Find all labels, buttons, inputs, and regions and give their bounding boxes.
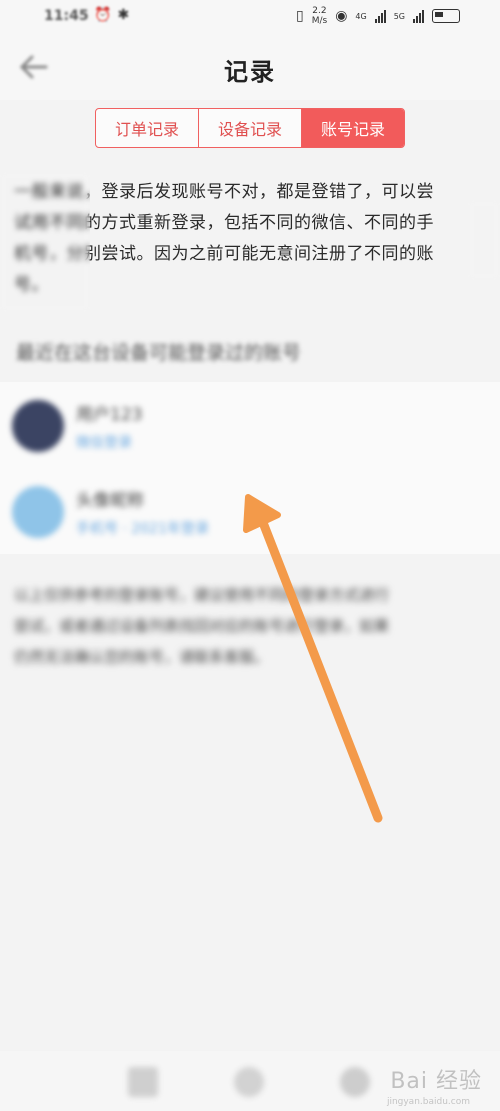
app-header: 记录: [0, 34, 500, 100]
note-line: 尝试，或者通过设备列表找回对应的账号进行登录，如果: [14, 617, 390, 635]
tab-order-records[interactable]: 订单记录: [96, 109, 199, 147]
watermark-url: jingyan.baidu.com: [386, 1097, 470, 1107]
record-tabs: 订单记录 设备记录 账号记录: [95, 108, 405, 148]
bluetooth-icon: ✱: [117, 7, 130, 23]
network-1-label: 4G: [355, 11, 367, 21]
page-title: 记录: [224, 57, 276, 86]
nav-home-icon[interactable]: [128, 1067, 158, 1097]
tab-account-records[interactable]: 账号记录: [302, 109, 404, 147]
battery-icon: [432, 9, 460, 23]
annotation-arrow-icon: [243, 494, 383, 823]
blur-overlay: [0, 172, 90, 312]
bottom-nav: Bai 经验 jingyan.baidu.com: [0, 1051, 500, 1111]
account-list: 用户123 微信登录 头像昵称 手机号 · 2021年登录: [0, 382, 500, 554]
note-line: 仍然无法确认您的账号，请联系客服。: [14, 648, 270, 666]
blur-overlay: [468, 200, 500, 280]
signal-1-icon: [374, 9, 386, 23]
watermark-logo: Bai 经验: [390, 1069, 482, 1094]
note-text: 以上仅供参考的登录账号，建议使用不同的登录方式进行 尝试，或者通过设备列表找回对…: [14, 580, 490, 673]
account-login-method: 手机号 · 2021年登录: [76, 521, 209, 537]
net-speed-unit: M/s: [311, 16, 328, 26]
status-bar: 11:45 ⏰ ✱ ▯ 2.2 M/s ◉ 4G 5G: [0, 0, 500, 34]
note-line: 以上仅供参考的登录账号，建议使用不同的登录方式进行: [14, 586, 390, 604]
network-2-label: 5G: [393, 11, 405, 21]
account-item[interactable]: 用户123 微信登录: [0, 382, 500, 466]
account-item[interactable]: 头像昵称 手机号 · 2021年登录: [0, 468, 500, 552]
avatar: [12, 400, 64, 452]
signal-2-icon: [413, 9, 424, 23]
nav-discover-icon[interactable]: [234, 1067, 264, 1097]
nav-profile-icon[interactable]: [340, 1067, 370, 1097]
net-speed: 2.2 M/s: [312, 6, 328, 26]
section-heading: 最近在这台设备可能登录过的账号: [16, 342, 302, 364]
tab-device-records[interactable]: 设备记录: [199, 109, 302, 147]
net-speed-value: 2.2: [312, 6, 327, 16]
status-time: 11:45: [44, 8, 89, 24]
avatar: [12, 486, 64, 538]
account-name: 用户123: [76, 405, 143, 425]
status-left-icons: ⏰ ✱: [94, 7, 129, 23]
alarm-icon: ⏰: [94, 7, 112, 23]
account-name: 头像昵称: [76, 491, 144, 511]
hotspot-icon: ◉: [335, 8, 348, 24]
account-login-method: 微信登录: [76, 435, 132, 451]
vibrate-icon: ▯: [295, 8, 304, 24]
status-right: ▯ 2.2 M/s ◉ 4G 5G: [296, 6, 460, 26]
